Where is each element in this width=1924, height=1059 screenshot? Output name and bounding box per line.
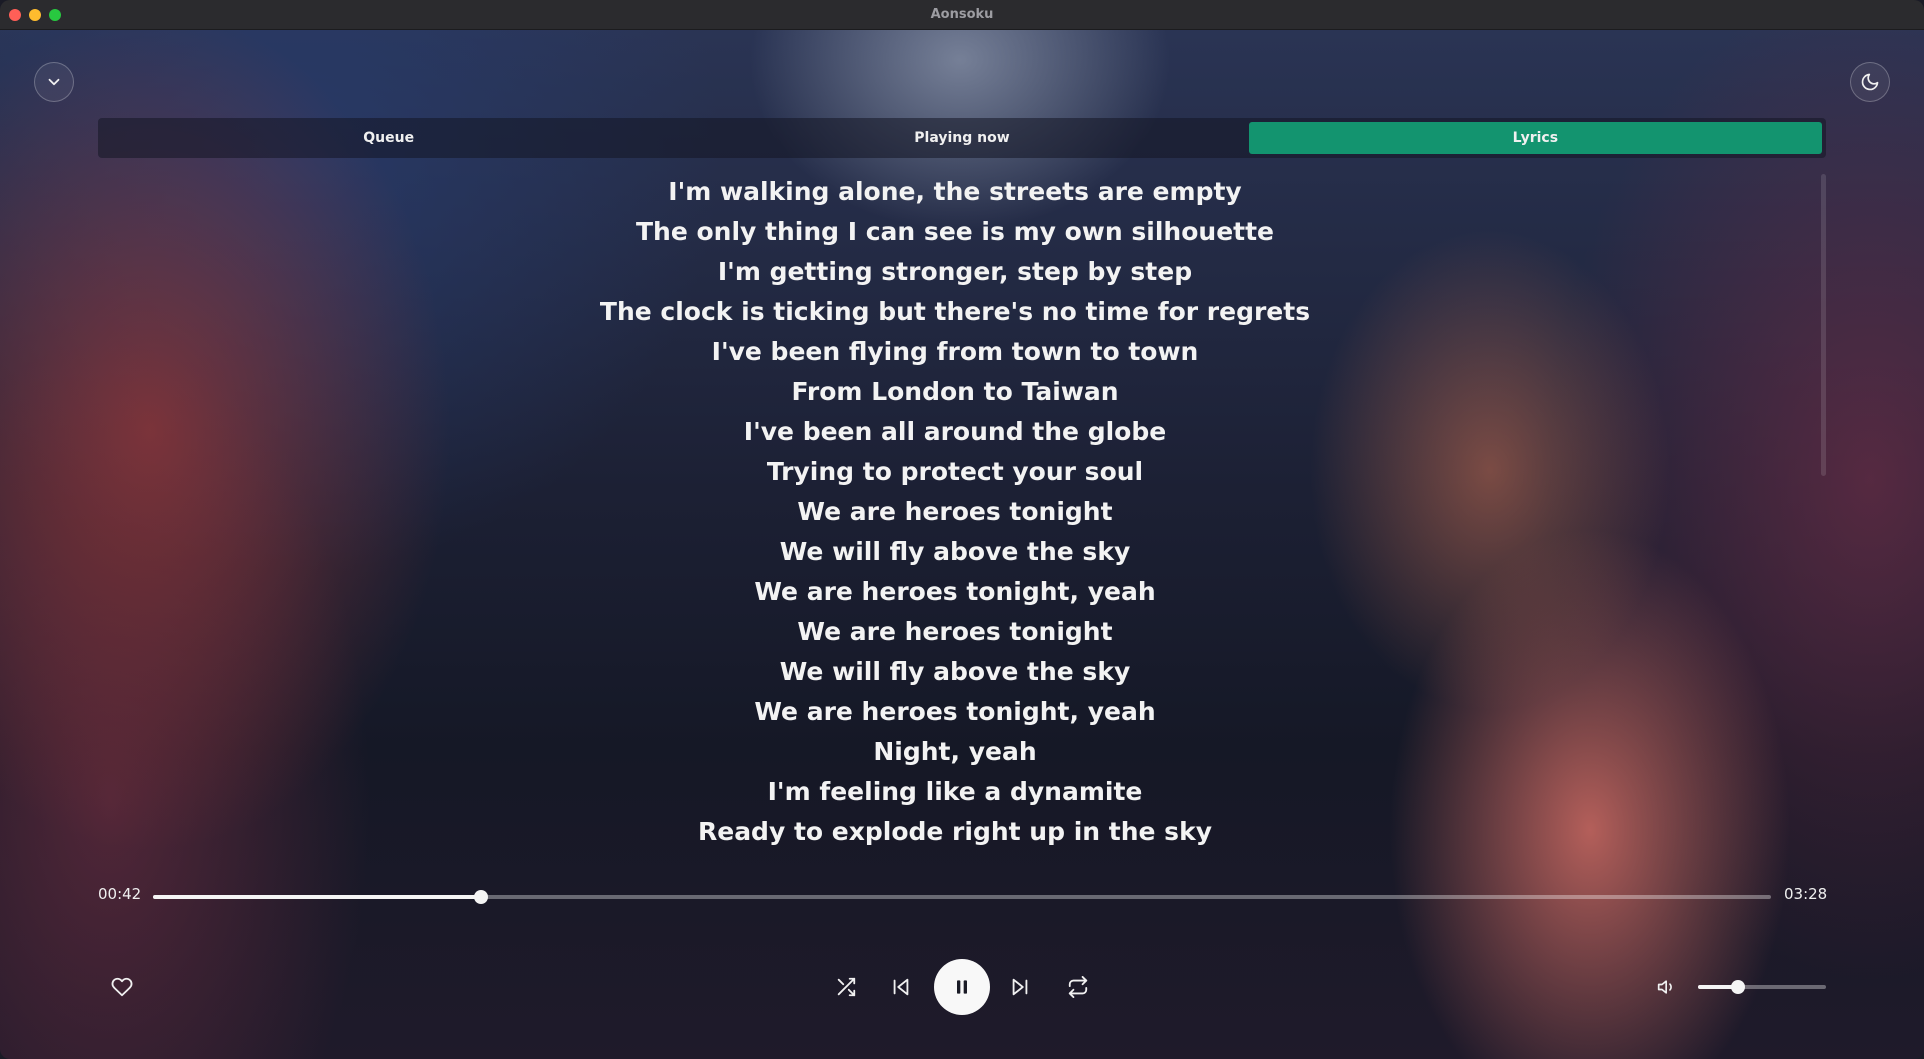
progress-slider[interactable] <box>153 890 1771 904</box>
favorite-button[interactable] <box>105 970 139 1004</box>
lyric-line: Night, yeah <box>873 737 1037 766</box>
progress-handle[interactable] <box>474 890 489 904</box>
lyric-line: We are heroes tonight <box>797 497 1113 526</box>
lyrics-scrollbar[interactable] <box>1821 174 1826 476</box>
lyric-line: I'm feeling like a dynamite <box>767 777 1143 806</box>
volume-handle[interactable] <box>1730 980 1745 994</box>
lyric-line: We will fly above the sky <box>779 657 1131 686</box>
chevron-down-icon <box>48 78 60 86</box>
volume-slider[interactable] <box>1698 980 1826 994</box>
next-track-button[interactable] <box>1003 970 1037 1004</box>
tab-queue[interactable]: Queue <box>102 122 675 154</box>
heart-icon <box>111 977 133 997</box>
lyric-line: We will fly above the sky <box>779 537 1131 566</box>
lyric-line: We are heroes tonight, yeah <box>754 697 1156 726</box>
lyric-line: I've been flying from town to town <box>711 337 1199 366</box>
previous-track-button[interactable] <box>884 970 918 1004</box>
current-time: 00:42 <box>98 885 142 903</box>
tab-lyrics[interactable]: Lyrics <box>1248 122 1822 154</box>
progress-fill <box>153 895 482 899</box>
title-bar: Aonsoku <box>0 0 1924 30</box>
close-window-button[interactable] <box>9 9 21 21</box>
lyric-line: Trying to protect your soul <box>766 457 1144 486</box>
lyric-line: I'm getting stronger, step by step <box>717 257 1193 286</box>
app-window: Aonsoku Queue Playing now Lyrics I'm wal… <box>0 0 1924 1059</box>
theme-toggle-button[interactable] <box>1850 62 1890 102</box>
skip-forward-icon <box>1012 978 1028 996</box>
window-controls <box>9 9 61 21</box>
mute-button[interactable] <box>1650 970 1684 1004</box>
lyrics-panel: I'm walking alone, the streets are empty… <box>590 172 1320 882</box>
window-title: Aonsoku <box>930 7 994 22</box>
player-tabs: Queue Playing now Lyrics <box>98 118 1826 158</box>
collapse-player-button[interactable] <box>34 62 74 102</box>
lyric-line: I've been all around the globe <box>743 417 1167 446</box>
total-time: 03:28 <box>1784 885 1828 903</box>
shuffle-icon <box>837 977 856 997</box>
pause-icon <box>957 980 967 994</box>
skip-back-icon <box>893 978 909 996</box>
maximize-window-button[interactable] <box>49 9 61 21</box>
repeat-button[interactable] <box>1061 970 1095 1004</box>
lyric-line: Ready to explode right up in the sky <box>697 817 1212 846</box>
fullscreen-player: Queue Playing now Lyrics I'm walking alo… <box>0 30 1924 1059</box>
volume-icon <box>1657 980 1672 994</box>
tab-playing-now[interactable]: Playing now <box>675 122 1248 154</box>
lyric-line: I'm walking alone, the streets are empty <box>668 177 1242 206</box>
lyric-line: The clock is ticking but there's no time… <box>599 297 1311 326</box>
shuffle-button[interactable] <box>829 970 863 1004</box>
minimize-window-button[interactable] <box>29 9 41 21</box>
moon-icon <box>1861 73 1879 91</box>
lyric-line: We are heroes tonight <box>797 617 1113 646</box>
lyric-line: From London to Taiwan <box>791 377 1119 406</box>
play-pause-button[interactable] <box>934 959 990 1015</box>
repeat-icon <box>1068 976 1088 998</box>
lyric-line: The only thing I can see is my own silho… <box>635 217 1275 246</box>
lyric-line: We are heroes tonight, yeah <box>754 577 1156 606</box>
